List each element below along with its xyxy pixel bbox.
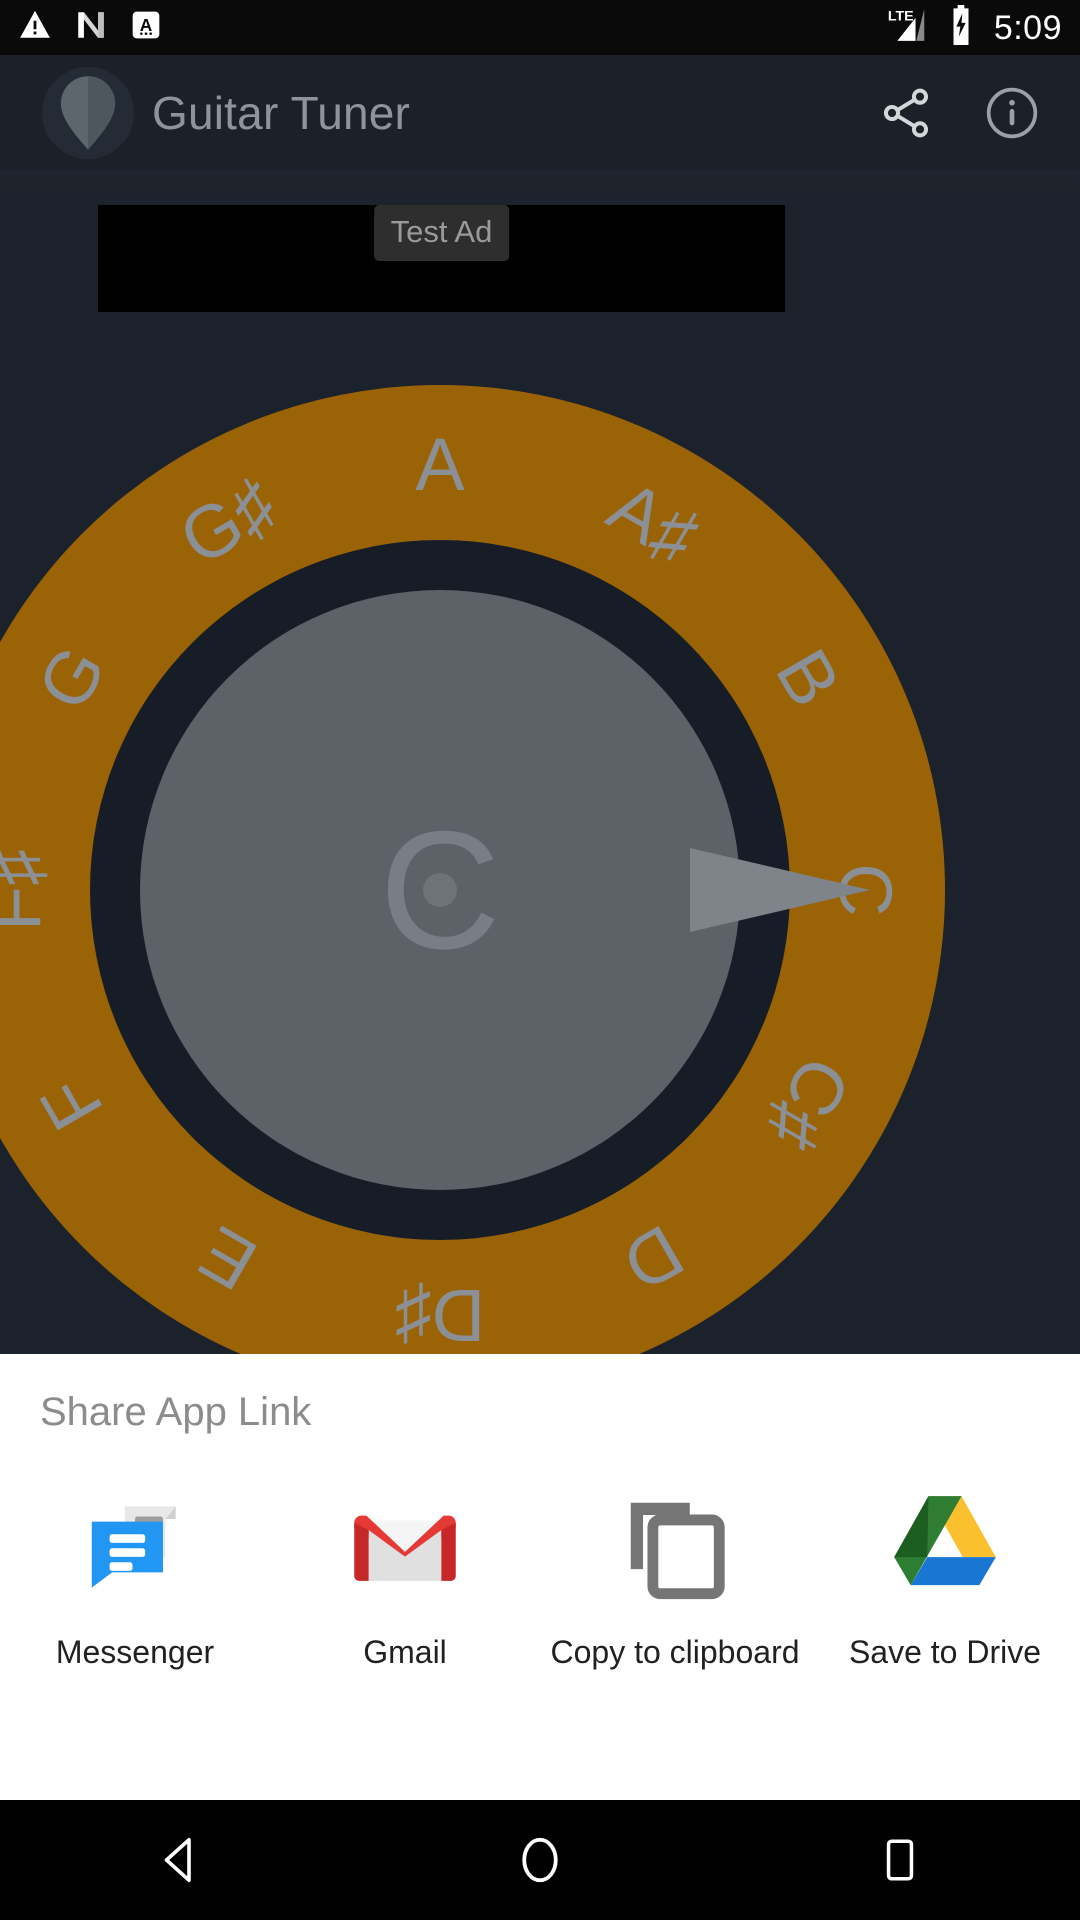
status-bar-right-icons: LTE 5:09 [886, 5, 1062, 50]
gmail-icon [342, 1484, 468, 1610]
recents-button[interactable] [720, 1800, 1080, 1920]
copy-icon [612, 1484, 738, 1610]
warning-triangle-icon [18, 8, 52, 47]
share-target-label: Save to Drive [848, 1634, 1042, 1670]
status-bar: A LTE 5:09 [0, 0, 1080, 55]
back-button[interactable] [0, 1800, 360, 1920]
google-drive-icon [882, 1484, 1008, 1610]
battery-charging-icon [948, 5, 974, 50]
svg-text:LTE: LTE [888, 8, 914, 24]
tuner-dial: AA♯BCC♯DD♯EFF♯GG♯ C [0, 385, 945, 1354]
info-icon[interactable] [982, 83, 1042, 143]
app-bar-actions [876, 83, 1042, 143]
note-label-text: D♯ [394, 1274, 486, 1354]
lte-signal-icon: LTE [886, 6, 934, 49]
share-target-label: Messenger [55, 1634, 215, 1670]
ad-banner[interactable]: Test Ad [98, 205, 785, 312]
status-bar-left-icons: A [18, 8, 162, 47]
page-title: Guitar Tuner [152, 86, 411, 139]
note-label-text: F♯ [0, 848, 56, 932]
share-target-save-to-drive[interactable]: Save to Drive [810, 1484, 1080, 1668]
status-bar-clock: 5:09 [993, 8, 1062, 47]
home-button[interactable] [360, 1800, 720, 1920]
android-nougat-icon [74, 8, 108, 47]
ad-label: Test Ad [373, 205, 510, 261]
share-target-messenger[interactable]: Messenger [0, 1484, 270, 1668]
share-target-label: Gmail [363, 1634, 447, 1670]
share-sheet-title: Share App Link [40, 1390, 312, 1434]
share-target-label: Copy to clipboard [550, 1634, 800, 1670]
svg-text:A: A [140, 15, 153, 35]
share-target-copy-to-clipboard[interactable]: Copy to clipboard [540, 1484, 810, 1668]
accessibility-a-icon: A [130, 9, 162, 46]
share-target-gmail[interactable]: Gmail [270, 1484, 540, 1668]
needle-hub [423, 873, 457, 907]
note-label-text: A [415, 423, 465, 506]
share-icon[interactable] [876, 83, 936, 143]
navigation-bar [0, 1800, 1080, 1920]
messenger-icon [72, 1484, 198, 1610]
app-bar: Guitar Tuner [0, 55, 1080, 170]
tuner-screen: Test Ad AA♯BCC♯DD♯EFF♯GG♯ C [0, 170, 1080, 1354]
phone-screen: A LTE 5:09 Guitar Tuner Test Ad A A♯ B C… [0, 0, 1080, 1920]
share-sheet: Share App Link Messenger Gmail Copy to c… [0, 1354, 1080, 1800]
share-target-list: Messenger Gmail Copy to clipboard Save t… [0, 1484, 1080, 1668]
guitar-pick-icon [42, 66, 134, 159]
